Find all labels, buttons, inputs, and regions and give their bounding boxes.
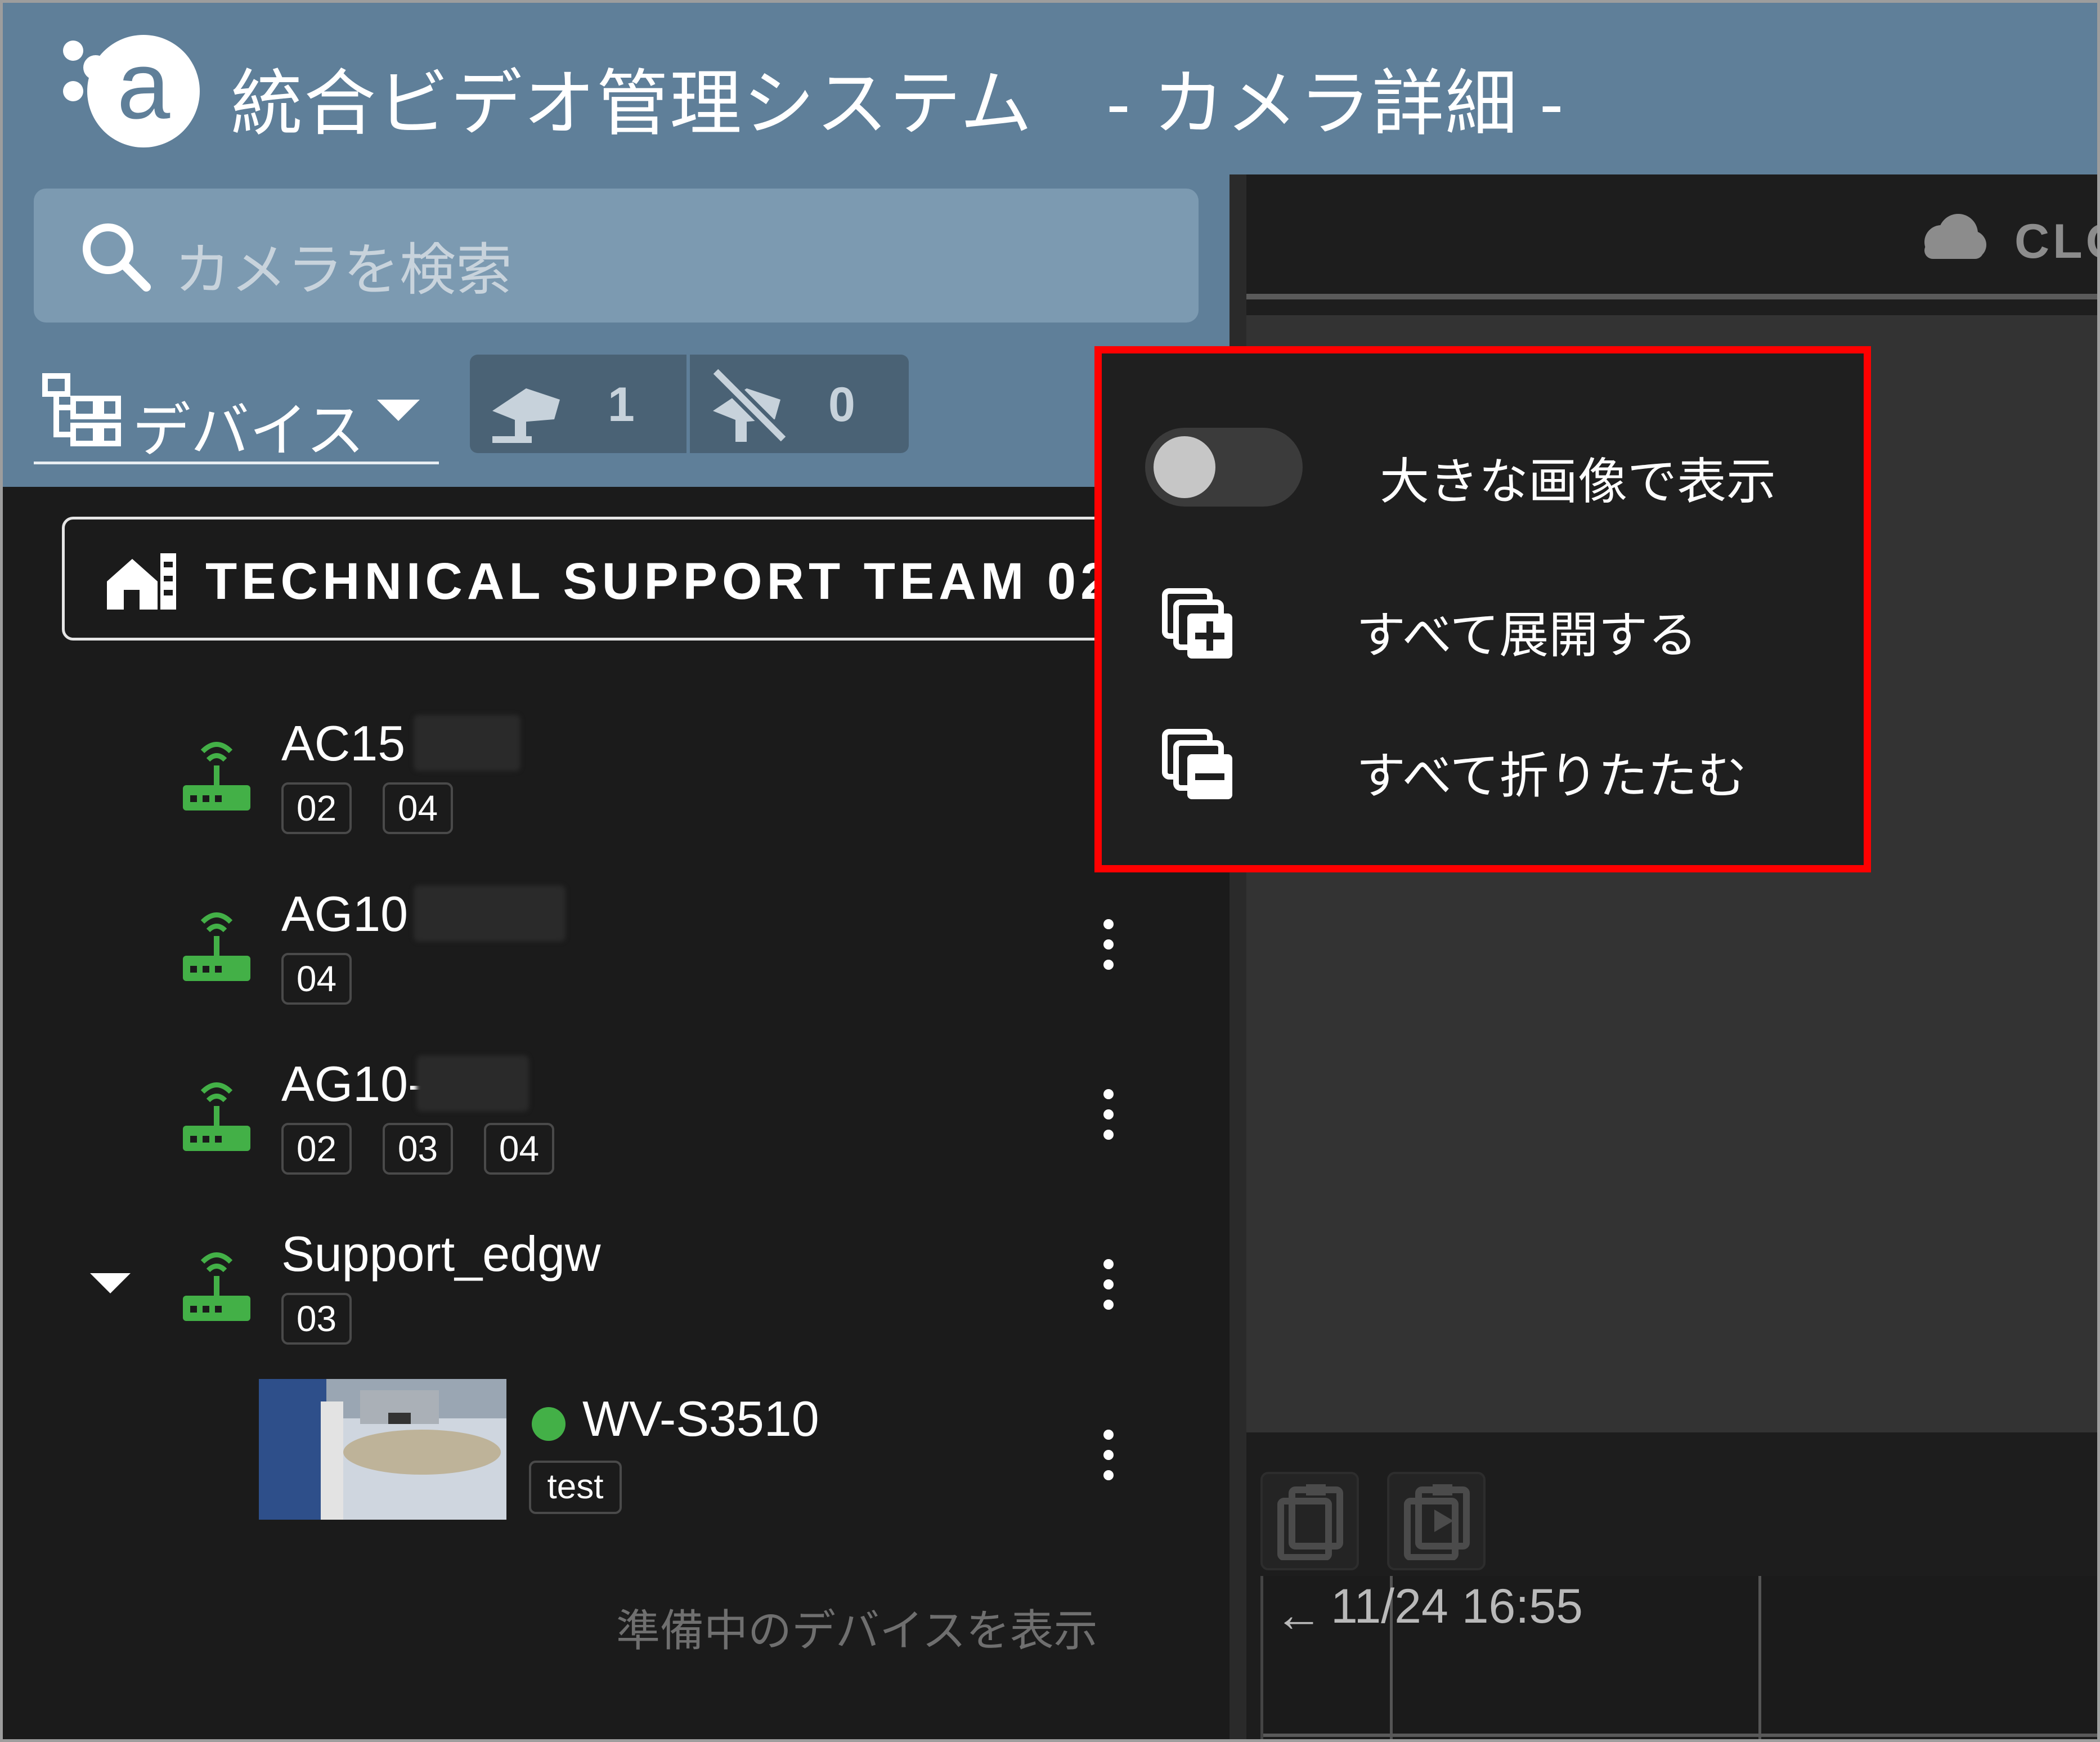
clipboard-button[interactable] <box>1260 1472 1359 1570</box>
team-selector[interactable]: TECHNICAL SUPPORT TEAM 02 (1 <box>62 517 1183 641</box>
building-icon <box>104 550 177 612</box>
camera-thumbnail[interactable] <box>259 1379 506 1520</box>
collapse-caret-icon[interactable] <box>90 1273 131 1293</box>
redacted-text <box>414 715 520 771</box>
chevron-down-icon <box>377 400 420 421</box>
timeline-tick <box>1758 1576 1761 1742</box>
toggle-knob[interactable] <box>1154 436 1215 498</box>
device-tree-icon <box>39 371 124 450</box>
more-options-icon[interactable] <box>1100 919 1116 970</box>
more-options-icon[interactable] <box>1100 1089 1116 1140</box>
search-placeholder: カメラを検索 <box>174 239 512 302</box>
device-view-label: デバイス <box>132 398 365 464</box>
router-icon <box>180 1075 253 1154</box>
camera-status-filter: 1 0 <box>470 355 909 453</box>
divider <box>1246 294 2100 299</box>
camera-name[interactable]: WV-S3510 <box>582 1390 819 1448</box>
collapse-all-menu-item[interactable]: すべて折りたたむ <box>1356 736 1747 808</box>
channel-chip: 02 <box>281 1123 352 1175</box>
more-options-icon[interactable] <box>1100 1430 1116 1480</box>
camera-tag: test <box>529 1461 622 1514</box>
device-row[interactable]: Support_edgw 03 <box>0 1222 1230 1369</box>
collapse-all-icon[interactable] <box>1159 726 1238 805</box>
device-row[interactable]: AG10 04 <box>0 883 1230 1029</box>
channel-chip: 04 <box>281 953 352 1005</box>
channel-chip: 03 <box>281 1293 352 1345</box>
online-count: 1 <box>608 378 635 432</box>
device-name: AG10 <box>281 886 409 942</box>
router-icon <box>180 1245 253 1324</box>
clip-video-button[interactable] <box>1387 1472 1486 1570</box>
device-name: AC15 <box>281 715 406 771</box>
app-title: 統合ビデオ管理システム - カメラ詳細 - <box>231 64 1565 144</box>
channel-chip: 04 <box>383 782 453 834</box>
channel-chip: 04 <box>484 1123 554 1175</box>
search-icon <box>79 220 152 293</box>
svg-text:a: a <box>117 32 170 139</box>
timeline-baseline <box>1263 1734 2100 1737</box>
camera-off-icon <box>710 366 789 445</box>
video-clip-icon <box>1404 1484 1470 1560</box>
expand-all-icon[interactable] <box>1159 585 1238 664</box>
cloud-icon <box>1919 211 1986 262</box>
device-row[interactable]: AC15 02 04 <box>0 712 1230 858</box>
channel-chip: 02 <box>281 782 352 834</box>
redacted-text <box>416 1055 529 1112</box>
device-name: AG10- <box>281 1056 425 1112</box>
clipboard-icon <box>1277 1484 1343 1560</box>
offline-camera-filter-button[interactable]: 0 <box>690 355 907 453</box>
online-camera-filter-button[interactable]: 1 <box>470 355 690 453</box>
cloud-tab-label[interactable]: CLO <box>2014 214 2100 270</box>
app-logo: a <box>56 28 203 152</box>
redacted-text <box>414 885 566 942</box>
device-name: Support_edgw <box>281 1226 601 1282</box>
expand-all-menu-item[interactable]: すべて展開する <box>1356 595 1697 667</box>
more-options-icon[interactable] <box>1100 1259 1116 1310</box>
device-view-dropdown[interactable]: デバイス <box>34 360 439 464</box>
camera-status-dot <box>532 1407 566 1441</box>
offline-count: 0 <box>828 378 855 432</box>
router-icon <box>180 905 253 984</box>
timeline-back-arrow-icon[interactable]: ← <box>1275 1587 1323 1643</box>
team-name: TECHNICAL SUPPORT TEAM 02 (1 <box>205 553 1188 610</box>
router-icon <box>180 735 253 813</box>
timeline-time: 11/24 16:55 <box>1331 1579 1583 1633</box>
camera-icon <box>492 388 560 443</box>
channel-chip: 03 <box>383 1123 453 1175</box>
large-image-label[interactable]: 大きな画像で表示 <box>1380 442 1776 513</box>
show-preparing-devices-link[interactable]: 準備中のデバイスを表示 <box>616 1596 1098 1659</box>
device-row[interactable]: AG10- 02 03 04 <box>0 1053 1230 1199</box>
